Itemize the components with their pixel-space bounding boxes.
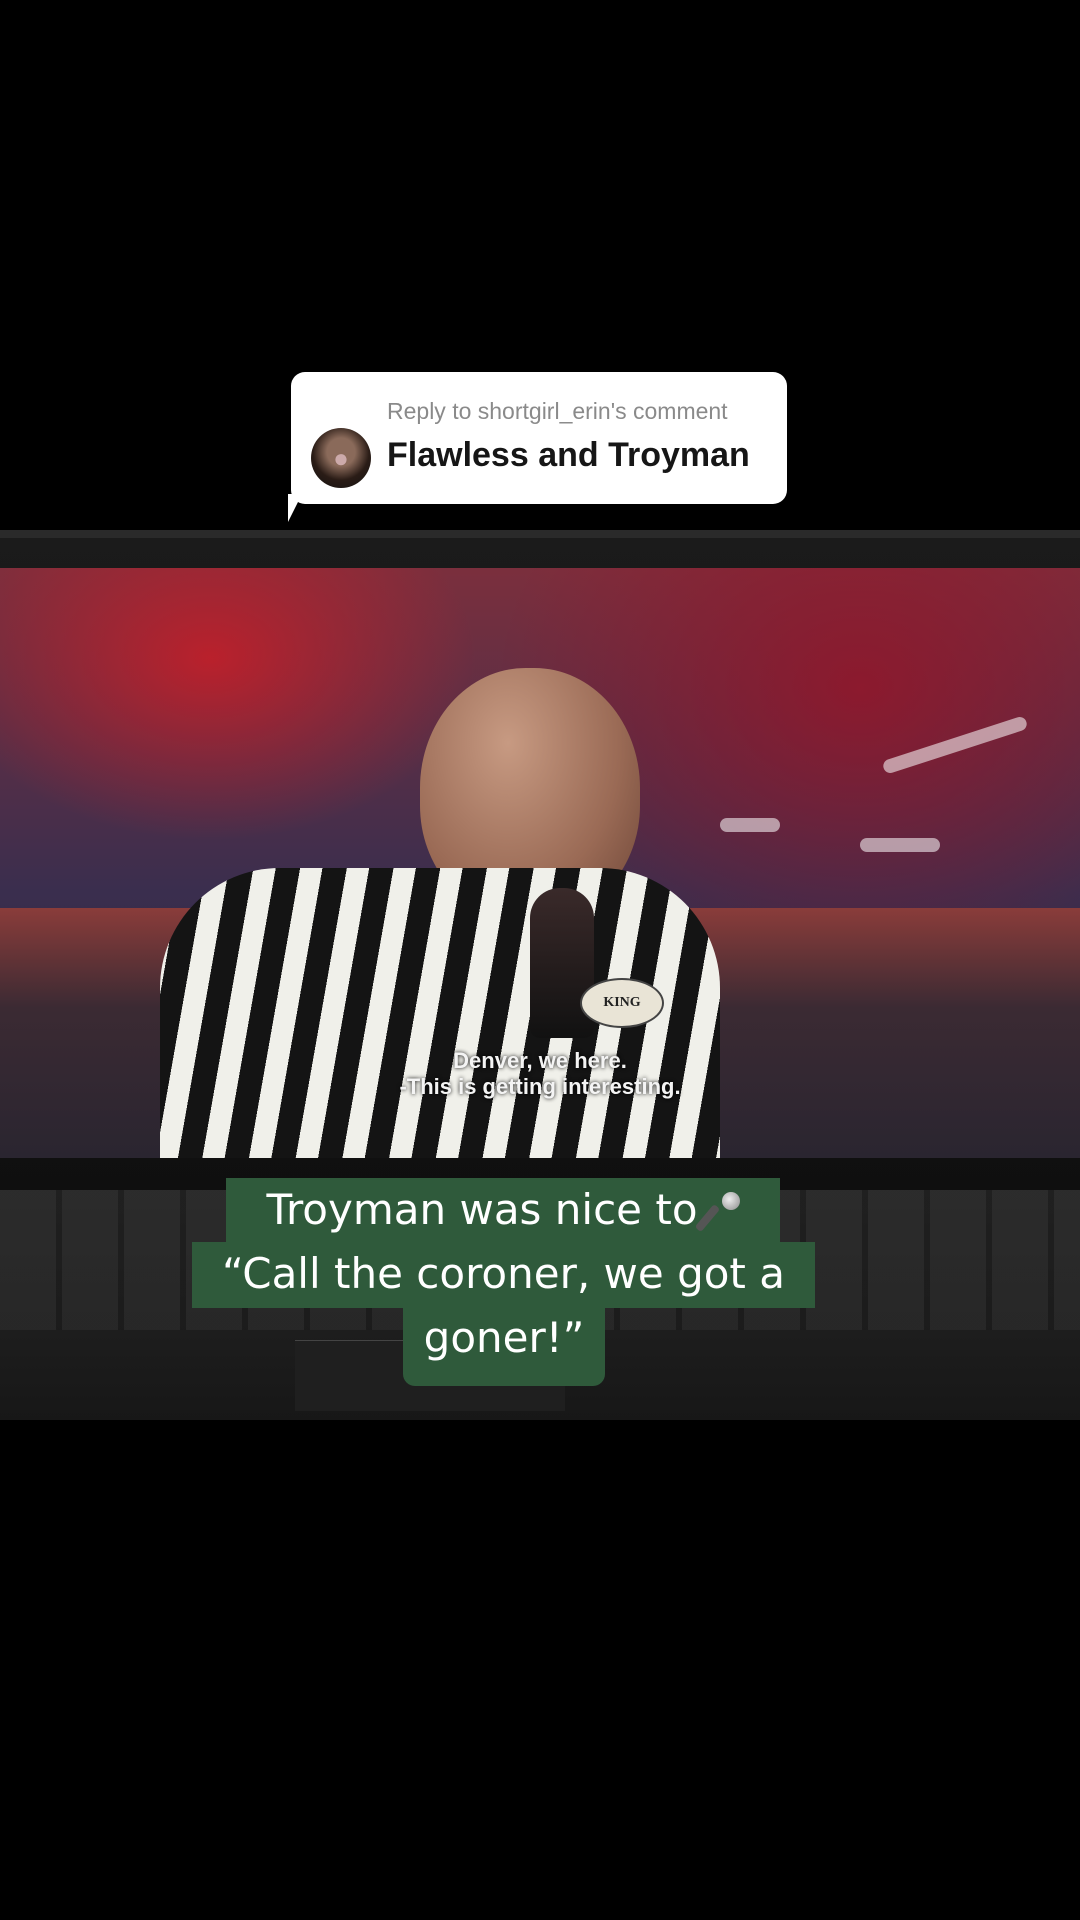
subtitle-line-1: Denver, we here. <box>453 1048 627 1073</box>
commenter-avatar: ● <box>311 428 371 488</box>
reply-header: Reply to shortgirl_erin's comment <box>387 398 728 424</box>
stage-light <box>860 838 940 852</box>
reply-comment-text: Flawless and Troyman <box>387 436 750 474</box>
subtitle-line-2: -This is getting interesting. <box>399 1074 681 1099</box>
caption-text-3: goner!” <box>423 1313 585 1362</box>
caption-line-2: “Call the coroner, we got a <box>192 1242 815 1308</box>
caption-line-1: Troyman was nice to <box>226 1178 780 1244</box>
caption-line-3: goner!” <box>403 1306 605 1386</box>
laptop-screen: KING Denver, we here. -This is getting i… <box>0 568 1080 1158</box>
stage-light <box>720 818 780 832</box>
caption-text-2: “Call the coroner, we got a <box>221 1249 785 1298</box>
stage-light <box>881 715 1029 775</box>
reply-comment-card[interactable]: ● Reply to shortgirl_erin's comment Flaw… <box>291 372 787 504</box>
microphone <box>530 888 594 1038</box>
laptop-bezel: KING Denver, we here. -This is getting i… <box>0 530 1080 1190</box>
caption-text-1: Troyman was nice to <box>266 1185 698 1234</box>
reply-card-tail <box>288 494 302 522</box>
microphone-icon <box>694 1190 740 1233</box>
jacket-badge: KING <box>580 978 664 1028</box>
